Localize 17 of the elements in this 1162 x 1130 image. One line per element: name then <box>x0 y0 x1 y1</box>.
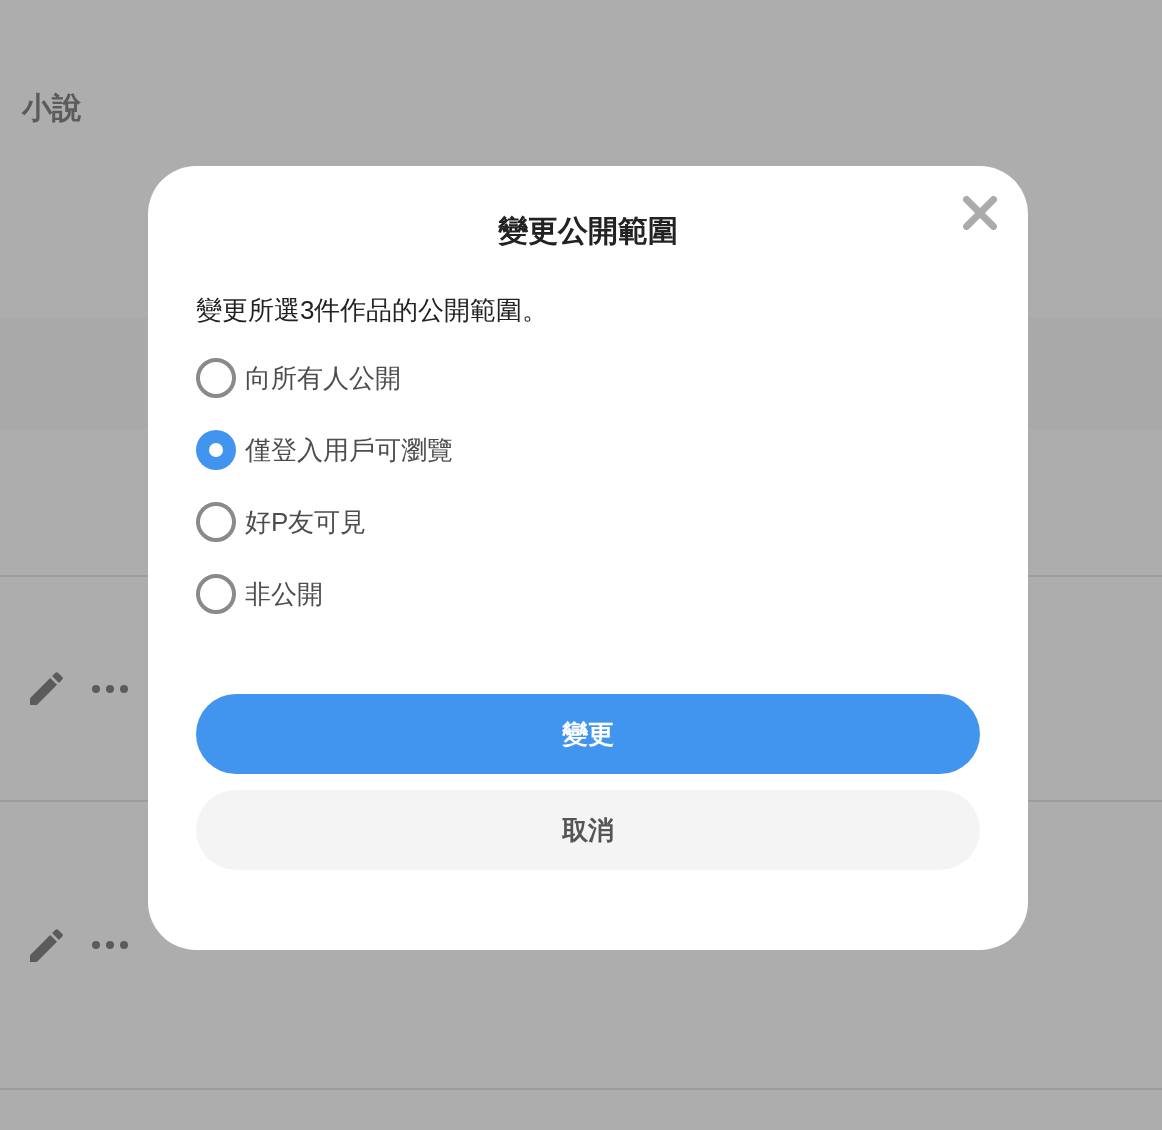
more-icon[interactable] <box>92 941 128 949</box>
close-icon[interactable] <box>963 196 997 230</box>
option-label[interactable]: 好P友可見 <box>245 504 367 540</box>
dialog-message: 變更所選3件作品的公開範圍。 <box>196 294 549 327</box>
cancel-button[interactable]: 取消 <box>196 790 980 870</box>
dialog-title: 變更公開範圍 <box>498 213 678 249</box>
radio-button[interactable] <box>196 358 236 398</box>
radio-button[interactable] <box>196 574 236 614</box>
radio-button[interactable] <box>196 502 236 542</box>
pencil-icon[interactable] <box>30 672 63 705</box>
option-label[interactable]: 向所有人公開 <box>245 360 401 396</box>
radio-button-selected[interactable] <box>196 430 236 470</box>
option-label[interactable]: 僅登入用戶可瀏覽 <box>245 432 453 468</box>
more-icon[interactable] <box>92 684 128 693</box>
option-label[interactable]: 非公開 <box>245 576 323 612</box>
pencil-icon[interactable] <box>30 928 63 962</box>
page-title: 小說 <box>22 90 82 126</box>
